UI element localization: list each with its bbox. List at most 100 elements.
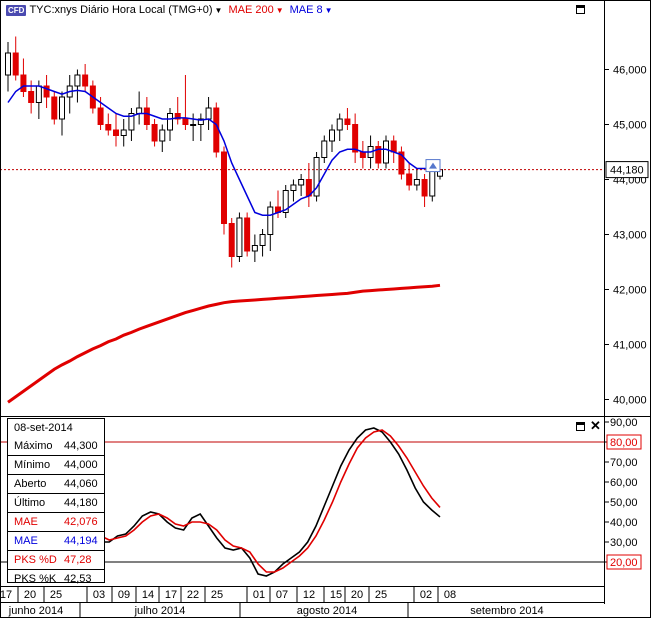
candle-body xyxy=(205,107,212,120)
candle-body xyxy=(190,124,197,126)
day-tick-label: 17 xyxy=(0,589,12,601)
candle-body xyxy=(429,168,436,197)
candle-body xyxy=(352,124,359,153)
data-window-value: 44,000 xyxy=(64,459,98,471)
candle-body xyxy=(12,52,19,76)
data-window-row: PKS %K 42,53 xyxy=(8,569,104,588)
osc-tick-label: 70,00 xyxy=(610,457,638,469)
price-tick-label: 42,000 xyxy=(613,285,647,297)
day-tick-label: 25 xyxy=(375,589,387,601)
data-window-label: MAE xyxy=(14,516,38,528)
day-tick-label: 22 xyxy=(187,589,199,601)
day-tick-label: 12 xyxy=(303,589,315,601)
day-tick-label: 17 xyxy=(165,589,177,601)
osc-tick-label: 90,00 xyxy=(610,417,638,429)
osc-tick-label: 80,00 xyxy=(610,437,638,449)
day-tick-label: 20 xyxy=(24,589,36,601)
data-window-value: 44,060 xyxy=(64,478,98,490)
chart-window: 40,000 41,000 42,000 43,000 44,000 45,000 46,0… xyxy=(0,0,651,618)
candle-body xyxy=(51,96,58,120)
osc-tick-label: 20,00 xyxy=(610,557,638,569)
price-tick-label: 45,000 xyxy=(613,120,647,132)
data-window-value: 47,28 xyxy=(64,554,92,566)
osc-tick-label: 60,00 xyxy=(610,477,638,489)
osc-tick-label: 40,00 xyxy=(610,517,638,529)
candle-body xyxy=(113,129,119,136)
data-window-label: Máximo xyxy=(14,440,53,452)
candle-body xyxy=(244,217,251,252)
day-tick-label: 07 xyxy=(276,589,288,601)
day-tick-label: 20 xyxy=(351,589,363,601)
day-tick-label: 03 xyxy=(93,589,105,601)
candle-body xyxy=(35,85,42,103)
indicator-mae8-dropdown-icon[interactable]: ▼ xyxy=(325,6,333,15)
maximize-oscillator-pane-icon[interactable] xyxy=(576,422,585,431)
data-window-label: Mínimo xyxy=(14,459,51,471)
day-tick-label: 25 xyxy=(211,589,223,601)
candle-body xyxy=(182,118,189,125)
day-tick-label: 15 xyxy=(330,589,342,601)
candle-body xyxy=(5,52,11,76)
last-price-label: 44,180 xyxy=(610,165,644,177)
candle-body xyxy=(236,217,243,257)
candle-body xyxy=(151,124,158,142)
data-window: 08-set-2014 Máximo 44,300 Mínimo 44,000 Aber… xyxy=(7,418,105,585)
month-label: junho 2014 xyxy=(8,605,63,617)
candle-body xyxy=(390,140,397,153)
price-tick-label: 41,000 xyxy=(613,340,647,352)
candle-body xyxy=(120,129,127,136)
day-tick-label: 08 xyxy=(444,589,456,601)
data-window-value: 44,194 xyxy=(64,535,98,547)
candle-body xyxy=(143,107,150,125)
data-window-label: Último xyxy=(14,497,46,509)
data-window-label: PKS %K xyxy=(14,573,57,585)
data-window-row: Aberto 44,060 xyxy=(8,474,104,493)
price-tick-label: 46,000 xyxy=(613,65,647,77)
data-window-row: PKS %D 47,28 xyxy=(8,550,104,569)
data-window-value: 42,53 xyxy=(64,573,92,585)
day-tick-label: 25 xyxy=(50,589,62,601)
data-window-value: 44,180 xyxy=(64,497,98,509)
candle-body xyxy=(359,151,366,158)
candle-body xyxy=(82,74,89,87)
day-tick-label: 09 xyxy=(118,589,130,601)
candle-body xyxy=(136,107,143,114)
data-window-date: 08-set-2014 xyxy=(14,422,73,434)
day-tick-label: 14 xyxy=(142,589,154,601)
price-tick-label: 40,000 xyxy=(613,395,647,407)
candle-body xyxy=(28,91,35,103)
data-window-row: Mínimo 44,000 xyxy=(8,455,104,474)
candle-body xyxy=(228,223,235,257)
osc-tick-label: 50,00 xyxy=(610,497,638,509)
candle-body xyxy=(383,140,389,164)
data-window-row: MAE 42,076 xyxy=(8,512,104,531)
candle-body xyxy=(413,179,420,186)
chart-header: CFD TYC:xnys Diário Hora Local (TMG+0) ▼… xyxy=(0,0,333,20)
data-window-label: MAE xyxy=(14,535,38,547)
symbol-dropdown-icon[interactable]: ▼ xyxy=(215,6,223,15)
data-window-row: Máximo 44,300 xyxy=(8,437,104,455)
data-window-value: 42,076 xyxy=(64,516,98,528)
candle-body xyxy=(336,118,343,131)
mae200-line xyxy=(7,283,441,404)
candle-body xyxy=(298,179,305,186)
symbol-label[interactable]: TYC:xnys Diário Hora Local (TMG+0) xyxy=(29,4,212,16)
data-window-label: PKS %D xyxy=(14,554,57,566)
indicator-mae8-label[interactable]: MAE 8 xyxy=(290,4,323,16)
maximize-price-pane-icon[interactable] xyxy=(576,5,585,14)
candle-body xyxy=(259,234,266,246)
candle-body xyxy=(105,124,112,131)
indicator-mae200-label[interactable]: MAE 200 xyxy=(228,4,273,16)
close-oscillator-pane-icon[interactable]: ✕ xyxy=(590,419,601,432)
candle-body xyxy=(321,140,328,158)
data-window-value: 44,300 xyxy=(64,440,98,452)
osc-tick-label: 30,00 xyxy=(610,537,638,549)
candle-body xyxy=(159,129,166,142)
indicator-mae200-dropdown-icon[interactable]: ▼ xyxy=(276,6,284,15)
candle-body xyxy=(74,74,81,87)
candle-body xyxy=(329,129,335,142)
candle-body xyxy=(421,179,428,197)
data-window-date-row: 08-set-2014 xyxy=(8,419,104,437)
candle-body xyxy=(167,113,173,131)
month-label: julho 2014 xyxy=(134,605,186,617)
